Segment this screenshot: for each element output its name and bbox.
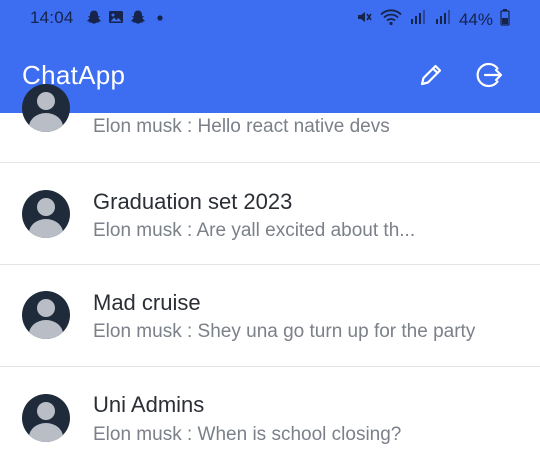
status-time: 14:04 [30,8,74,27]
avatar [22,190,70,238]
chat-preview: Elon musk : Hello react native devs [93,116,390,137]
chat-item[interactable]: Mad cruise Elon musk : Shey una go turn … [0,265,540,367]
snapchat-icon [86,9,102,25]
battery-level: 44% [458,9,493,29]
chat-item[interactable]: Elon musk : Hello react native devs [0,61,540,163]
avatar [22,291,70,339]
signal-icon [434,8,452,31]
snapchat-icon [130,9,146,25]
image-icon [108,9,124,25]
chat-preview: Elon musk : When is school closing? [93,424,402,445]
chat-name: Uni Admins [93,392,205,417]
chat-item[interactable]: Graduation set 2023 Elon musk : Are yall… [0,163,540,265]
avatar [22,84,70,132]
chat-name: Mad cruise [93,290,201,315]
dot-icon [152,9,168,25]
chat-preview: Elon musk : Are yall excited about th... [93,220,416,241]
chat-name: Graduation set 2023 [93,189,293,214]
wifi-icon [380,8,402,31]
chat-item[interactable]: Uni Admins Elon musk : When is school cl… [0,367,540,462]
mute-icon [355,8,373,31]
avatar [22,394,70,442]
status-bar: 14:04 44% [0,0,540,36]
battery-icon [500,8,510,31]
system-status: 44% [355,8,510,31]
signal-icon [409,8,427,31]
notification-icons [86,9,168,25]
chat-preview: Elon musk : Shey una go turn up for the … [93,321,476,342]
